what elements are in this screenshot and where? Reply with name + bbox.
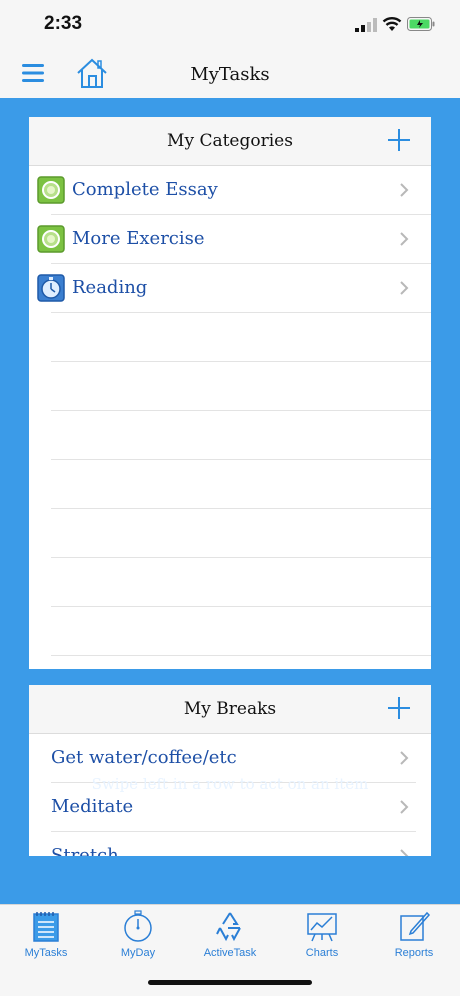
tab-reports[interactable]: Reports <box>368 909 460 969</box>
green-target-icon <box>37 176 65 204</box>
chevron-right-icon <box>400 183 409 197</box>
breaks-header: My Breaks <box>29 685 431 734</box>
wifi-icon <box>382 17 402 31</box>
tab-activetask[interactable]: ActiveTask <box>184 909 276 969</box>
swipe-hint: Swipe left in a row to act on an item <box>91 775 369 793</box>
category-label: Reading <box>72 277 148 298</box>
home-indicator <box>148 980 312 985</box>
empty-row <box>51 558 431 607</box>
category-label: Complete Essay <box>72 179 218 200</box>
category-row-complete-essay[interactable]: Complete Essay <box>37 166 431 215</box>
chevron-right-icon <box>400 751 409 765</box>
break-label: Get water/coffee/etc <box>51 747 237 768</box>
empty-row <box>51 362 431 411</box>
categories-card: My Categories Complete Essay More Exerci… <box>29 117 431 669</box>
navigation-bar: MyTasks <box>0 50 460 98</box>
breaks-title: My Breaks <box>183 699 277 719</box>
green-target-icon <box>37 225 65 253</box>
tab-label: Charts <box>305 947 339 959</box>
categories-title: My Categories <box>167 131 293 151</box>
categories-header: My Categories <box>29 117 431 166</box>
notepad-icon <box>33 912 59 942</box>
tab-label: MyDay <box>120 947 156 959</box>
empty-row <box>51 411 431 460</box>
breaks-card: My Breaks Get water/coffee/etc Meditate … <box>29 685 431 856</box>
tab-mytasks[interactable]: MyTasks <box>0 909 92 969</box>
tab-label: ActiveTask <box>203 947 257 959</box>
category-row-more-exercise[interactable]: More Exercise <box>37 215 431 264</box>
add-break-button[interactable] <box>388 697 410 719</box>
page-title: MyTasks <box>190 64 270 85</box>
chevron-right-icon <box>400 849 409 856</box>
battery-icon <box>407 17 435 31</box>
tab-label: MyTasks <box>24 947 68 959</box>
tab-myday[interactable]: MyDay <box>92 909 184 969</box>
cellular-signal-icon <box>355 18 377 32</box>
empty-row <box>51 460 431 509</box>
edit-report-icon <box>400 911 431 941</box>
chart-easel-icon <box>307 913 337 942</box>
category-row-reading[interactable]: Reading <box>37 264 431 313</box>
recycle-icon <box>216 912 241 942</box>
tab-charts[interactable]: Charts <box>276 909 368 969</box>
empty-row <box>51 313 431 362</box>
tab-label: Reports <box>394 947 434 959</box>
category-label: More Exercise <box>72 228 205 249</box>
chevron-right-icon <box>400 232 409 246</box>
empty-row <box>51 509 431 558</box>
main-content: My Categories Complete Essay More Exerci… <box>0 98 460 904</box>
stopwatch-icon <box>124 910 152 942</box>
status-bar: 2:33 <box>0 0 460 50</box>
chevron-right-icon <box>400 281 409 295</box>
status-time: 2:33 <box>44 13 83 34</box>
blue-stopwatch-icon <box>37 274 65 302</box>
empty-row <box>51 607 431 656</box>
add-category-button[interactable] <box>388 129 410 151</box>
break-row-stretch[interactable]: Stretch <box>29 832 431 856</box>
break-label: Meditate <box>51 796 134 817</box>
chevron-right-icon <box>400 800 409 814</box>
break-label: Stretch <box>51 845 119 856</box>
